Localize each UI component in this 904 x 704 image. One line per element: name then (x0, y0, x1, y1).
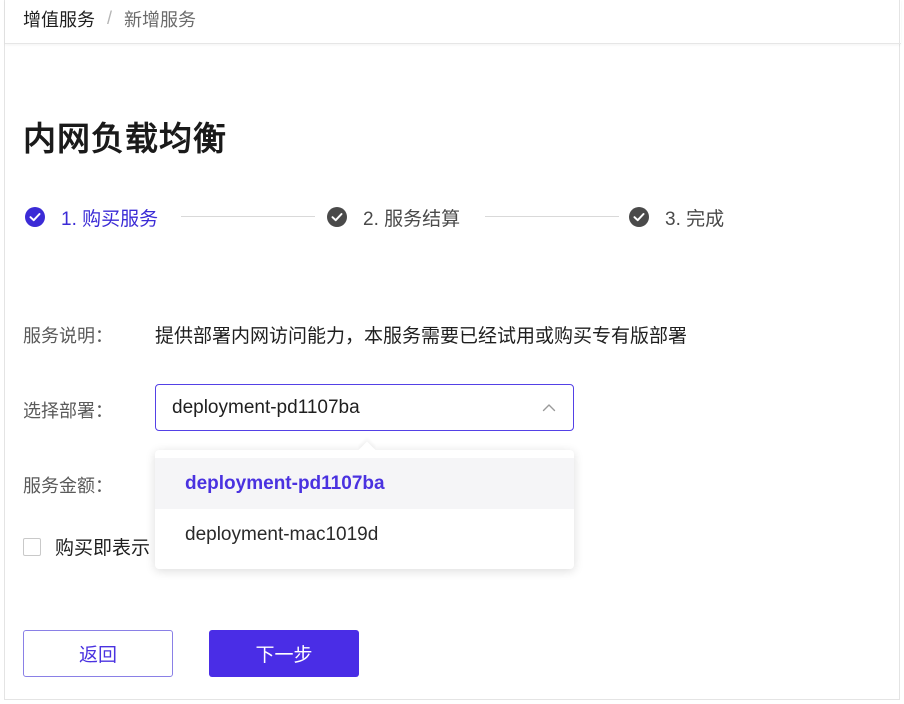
check-circle-icon (629, 207, 649, 227)
agreement-row: 购买即表示 (23, 533, 150, 560)
step-connector-1 (181, 216, 315, 217)
step-3: 3. 完成 (629, 202, 724, 232)
breadcrumb-separator: / (107, 8, 113, 28)
step-2: 2. 服务结算 (327, 202, 460, 232)
breadcrumb-item-value-added-services[interactable]: 增值服务 (23, 6, 95, 32)
deployment-label: 选择部署： (23, 401, 113, 421)
deployment-select[interactable]: deployment-pd1107ba (155, 384, 574, 431)
agreement-label: 购买即表示 (55, 538, 151, 559)
steps-indicator: 1. 购买服务 2. 服务结算 3. 完成 (23, 202, 743, 232)
page-frame: 增值服务 / 新增服务 内网负载均衡 1. 购买服务 2. 服务结算 3. 完成… (4, 0, 901, 700)
next-step-button[interactable]: 下一步 (209, 630, 359, 677)
breadcrumb-item-new-service: 新增服务 (124, 9, 197, 30)
dropdown-option-deployment-pd1107ba[interactable]: deployment-pd1107ba (155, 458, 574, 509)
dropdown-option-deployment-mac1019d[interactable]: deployment-mac1019d (155, 509, 574, 560)
step-1-label: 1. 购买服务 (61, 208, 159, 230)
dropdown-caret (358, 441, 376, 459)
step-2-label: 2. 服务结算 (363, 208, 461, 230)
step-connector-2 (485, 216, 619, 217)
agreement-checkbox[interactable] (23, 537, 41, 556)
step-1: 1. 购买服务 (25, 202, 158, 232)
back-button[interactable]: 返回 (23, 630, 173, 677)
check-circle-icon (25, 207, 45, 227)
check-circle-icon (327, 207, 347, 227)
breadcrumb: 增值服务 / 新增服务 (5, 0, 901, 44)
description-value: 提供部署内网访问能力，本服务需要已经试用或购买专有版部署 (155, 326, 688, 347)
chevron-up-icon (541, 400, 557, 416)
amount-label: 服务金额： (23, 476, 113, 496)
deployment-select-value: deployment-pd1107ba (172, 396, 360, 418)
step-3-label: 3. 完成 (665, 208, 725, 230)
page-title: 内网负载均衡 (23, 120, 227, 157)
deployment-dropdown: deployment-pd1107ba deployment-mac1019d (155, 441, 574, 569)
description-label: 服务说明： (23, 326, 113, 346)
